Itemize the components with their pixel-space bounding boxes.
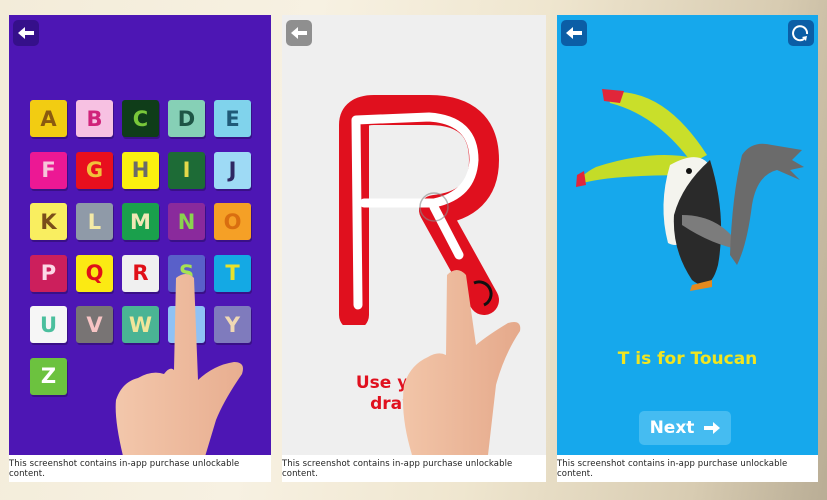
letter-tile-j[interactable]: J xyxy=(214,151,251,189)
letter-tile-i[interactable]: I xyxy=(168,151,205,189)
letter-tile-r[interactable]: R xyxy=(122,254,159,292)
letter-tile-m[interactable]: M xyxy=(122,203,159,240)
letter-tile-o[interactable]: O xyxy=(214,203,251,240)
iap-caption: This screenshot contains in-app purchase… xyxy=(557,455,818,482)
arrow-right-icon xyxy=(704,422,721,434)
arrow-left-icon xyxy=(291,27,307,39)
iap-caption: This screenshot contains in-app purchase… xyxy=(9,455,271,482)
pointing-hand xyxy=(115,274,243,455)
next-button[interactable]: Next xyxy=(639,411,731,445)
alphabet-screen: ABCDE FGHIJ KLMNO PQRST UVWXY Z xyxy=(9,15,271,455)
arrow-left-icon xyxy=(18,27,34,39)
back-button[interactable] xyxy=(561,20,587,46)
back-button[interactable] xyxy=(286,20,312,46)
letter-tile-a[interactable]: A xyxy=(30,100,67,137)
letter-tile-f[interactable]: F xyxy=(30,151,67,189)
letter-tile-t[interactable]: T xyxy=(214,254,251,292)
replay-button[interactable] xyxy=(788,20,814,46)
letter-tile-p[interactable]: P xyxy=(30,254,67,292)
instruction-line: Use you xyxy=(355,373,433,393)
letter-tile-k[interactable]: K xyxy=(30,203,67,240)
letter-tile-s[interactable]: S xyxy=(168,254,205,292)
letter-tile-l[interactable]: L xyxy=(76,203,113,240)
tracing-instruction: Use you draw xyxy=(282,373,546,415)
letter-tile-n[interactable]: N xyxy=(168,203,205,240)
letter-tile-u[interactable]: U xyxy=(30,306,67,343)
letter-tile-y[interactable]: Y xyxy=(214,306,251,343)
letter-tile-x[interactable]: X xyxy=(168,306,205,343)
arrow-left-icon xyxy=(566,27,582,39)
word-label: T is for Toucan xyxy=(617,349,758,369)
replay-icon xyxy=(792,25,809,42)
toucan-illustration xyxy=(576,89,804,291)
next-label: Next xyxy=(649,418,695,438)
tracing-letter-r[interactable] xyxy=(334,95,504,325)
back-button[interactable] xyxy=(13,20,39,46)
word-screen: T is for Toucan Next xyxy=(557,15,818,455)
letter-tile-v[interactable]: V xyxy=(76,306,113,343)
letter-tile-b[interactable]: B xyxy=(76,100,113,137)
letter-tile-h[interactable]: H xyxy=(122,151,159,189)
instruction-line: draw xyxy=(370,394,418,414)
letter-tile-d[interactable]: D xyxy=(168,100,205,137)
letter-tile-z[interactable]: Z xyxy=(30,357,67,395)
tracing-screen: Use you draw xyxy=(282,15,546,455)
iap-caption: This screenshot contains in-app purchase… xyxy=(282,455,546,482)
letter-tile-w[interactable]: W xyxy=(122,306,159,343)
letter-tile-e[interactable]: E xyxy=(214,100,251,137)
letter-tile-q[interactable]: Q xyxy=(76,254,113,292)
letter-tile-g[interactable]: G xyxy=(76,151,113,189)
letter-tile-c[interactable]: C xyxy=(122,100,159,137)
